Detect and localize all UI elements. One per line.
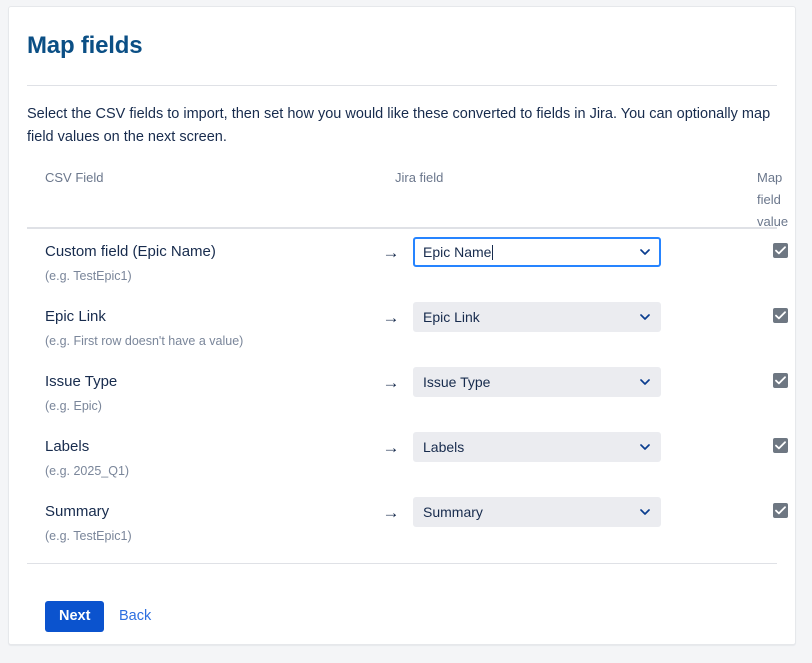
jira-field-select-value: Summary <box>423 503 483 521</box>
chevron-down-icon <box>640 377 650 387</box>
table-row: Labels (e.g. 2025_Q1) → Labels <box>27 432 777 497</box>
header-divider <box>27 85 777 86</box>
next-button[interactable]: Next <box>45 601 104 632</box>
intro-text: Select the CSV fields to import, then se… <box>27 103 782 149</box>
csv-field-name: Labels <box>45 437 89 457</box>
jira-field-select[interactable]: Labels <box>413 432 661 462</box>
chevron-down-icon <box>640 442 650 452</box>
card-content: Map fields Select the CSV fields to impo… <box>27 7 777 644</box>
table-header-divider <box>27 227 777 229</box>
chevron-down-icon <box>640 507 650 517</box>
column-header-jira-field: Jira field <box>395 167 443 189</box>
table-row: Issue Type (e.g. Epic) → Issue Type <box>27 367 777 432</box>
table-row: Summary (e.g. TestEpic1) → Summary <box>27 497 777 562</box>
column-header-csv-field: CSV Field <box>45 167 104 189</box>
map-field-value-checkbox[interactable] <box>773 503 788 518</box>
table-row: Custom field (Epic Name) (e.g. TestEpic1… <box>27 237 777 302</box>
arrow-right-icon: → <box>379 307 403 329</box>
footer-divider <box>27 563 777 564</box>
page-title: Map fields <box>27 31 142 61</box>
arrow-right-icon: → <box>379 502 403 524</box>
map-field-value-checkbox[interactable] <box>773 243 788 258</box>
chevron-down-icon <box>640 247 650 257</box>
arrow-right-icon: → <box>379 437 403 459</box>
back-link[interactable]: Back <box>119 601 151 632</box>
csv-field-hint: (e.g. First row doesn't have a value) <box>45 332 243 350</box>
jira-field-select-value: Labels <box>423 438 464 456</box>
table-row: Epic Link (e.g. First row doesn't have a… <box>27 302 777 367</box>
map-fields-card: Map fields Select the CSV fields to impo… <box>8 6 796 645</box>
jira-field-select-value: Issue Type <box>423 373 490 391</box>
map-field-value-checkbox[interactable] <box>773 438 788 453</box>
jira-field-select-value: Epic Link <box>423 308 480 326</box>
map-field-value-checkbox[interactable] <box>773 308 788 323</box>
jira-field-select[interactable]: Epic Name <box>413 237 661 267</box>
jira-field-select-value: Epic Name <box>423 243 491 261</box>
csv-field-name: Summary <box>45 502 109 522</box>
jira-field-select[interactable]: Issue Type <box>413 367 661 397</box>
csv-field-hint: (e.g. TestEpic1) <box>45 267 132 285</box>
arrow-right-icon: → <box>379 242 403 264</box>
csv-field-name: Issue Type <box>45 372 117 392</box>
text-caret <box>492 245 493 260</box>
jira-field-select[interactable]: Epic Link <box>413 302 661 332</box>
map-field-value-checkbox[interactable] <box>773 373 788 388</box>
chevron-down-icon <box>640 312 650 322</box>
csv-field-hint: (e.g. Epic) <box>45 397 102 415</box>
csv-field-hint: (e.g. TestEpic1) <box>45 527 132 545</box>
jira-field-select[interactable]: Summary <box>413 497 661 527</box>
column-header-map-field-value: Map field value <box>757 167 797 233</box>
csv-field-hint: (e.g. 2025_Q1) <box>45 462 129 480</box>
csv-field-name: Custom field (Epic Name) <box>45 242 216 262</box>
csv-field-name: Epic Link <box>45 307 106 327</box>
arrow-right-icon: → <box>379 372 403 394</box>
